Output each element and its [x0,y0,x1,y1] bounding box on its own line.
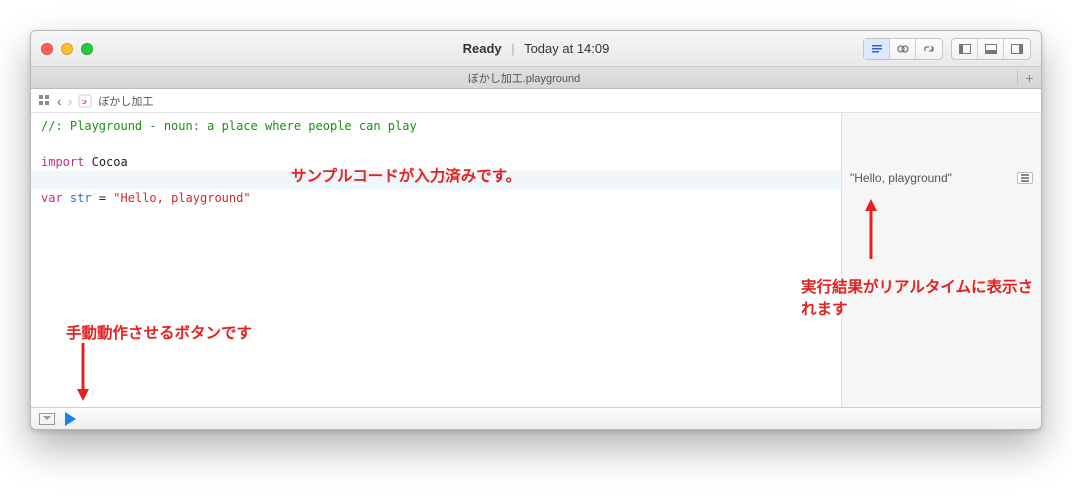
quicklook-icon[interactable] [1017,172,1033,184]
add-tab-button[interactable]: + [1017,70,1041,86]
debug-bar [31,407,1041,429]
debug-area-toggle-icon[interactable] [39,413,55,425]
run-playground-button[interactable] [65,412,76,426]
swift-file-icon [78,94,92,108]
jump-bar: ‹ › ぼかし加工 [31,89,1041,113]
assistant-editor-icon[interactable] [890,39,916,59]
code-editor[interactable]: //: Playground - noun: a place where peo… [31,113,841,407]
version-editor-icon[interactable] [916,39,942,59]
titlebar: Ready | Today at 14:09 [31,31,1041,67]
minimize-icon[interactable] [61,43,73,55]
bottom-pane-icon[interactable] [978,39,1004,59]
editor-mode-segmented[interactable] [863,38,943,60]
related-items-icon[interactable] [39,95,51,107]
toolbar-right [863,38,1031,60]
breadcrumb-file[interactable]: ぼかし加工 [98,93,153,109]
tab-playground[interactable]: ぼかし加工.playground [31,70,1017,86]
build-time: Today at 14:09 [524,41,609,56]
nav-forward-icon[interactable]: › [68,93,73,109]
result-value: "Hello, playground" [850,171,952,185]
standard-editor-icon[interactable] [864,39,890,59]
editor-body: //: Playground - noun: a place where peo… [31,113,1041,407]
right-pane-icon[interactable] [1004,39,1030,59]
pane-segmented[interactable] [951,38,1031,60]
zoom-icon[interactable] [81,43,93,55]
window-controls [41,43,93,55]
nav-back-icon[interactable]: ‹ [57,93,62,109]
close-icon[interactable] [41,43,53,55]
status-text: Ready [463,41,502,56]
xcode-playground-window: Ready | Today at 14:09 [30,30,1042,430]
left-pane-icon[interactable] [952,39,978,59]
result-row: "Hello, playground" [850,171,1033,185]
results-sidebar: "Hello, playground" [841,113,1041,407]
tabbar: ぼかし加工.playground + [31,67,1041,89]
